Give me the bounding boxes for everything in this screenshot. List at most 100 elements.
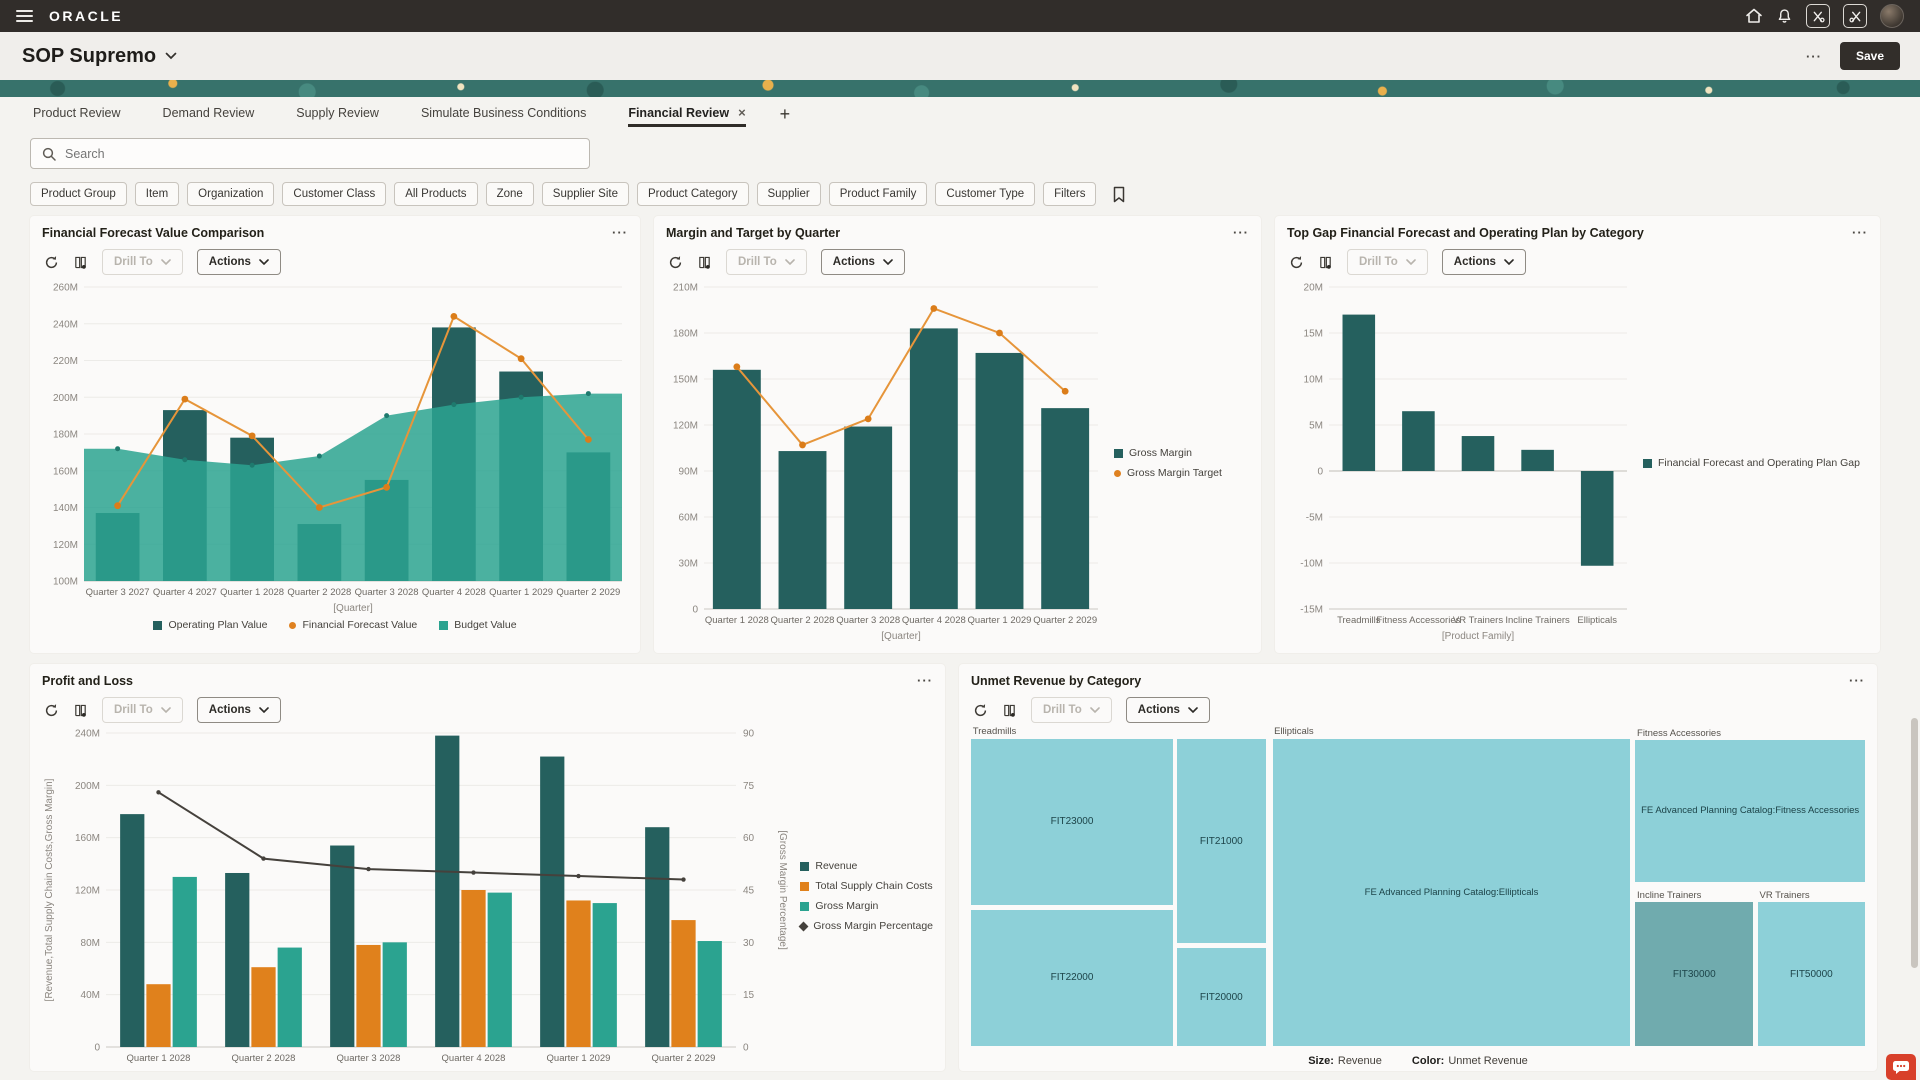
dot-legend-marker bbox=[1114, 470, 1121, 477]
actions-button[interactable]: Actions bbox=[821, 249, 905, 275]
card-overflow-menu[interactable]: ··· bbox=[917, 673, 933, 688]
filter-chip-customer-class[interactable]: Customer Class bbox=[282, 182, 386, 206]
svg-text:-15M: -15M bbox=[1300, 605, 1323, 616]
svg-text:0: 0 bbox=[1317, 467, 1323, 478]
filter-chip-all-products[interactable]: All Products bbox=[394, 182, 477, 206]
treemap-cell-label: FIT50000 bbox=[1790, 969, 1833, 980]
card-title: Financial Forecast Value Comparison bbox=[42, 226, 264, 240]
open-book-icon[interactable] bbox=[1318, 255, 1333, 270]
card-head: Top Gap Financial Forecast and Operating… bbox=[1287, 225, 1868, 240]
user-avatar[interactable] bbox=[1880, 4, 1904, 28]
legend-label: Gross Margin bbox=[1129, 447, 1192, 459]
actions-button[interactable]: Actions bbox=[1126, 697, 1210, 723]
refresh-icon[interactable] bbox=[668, 255, 683, 270]
unmet-revenue-by-category-treemap[interactable]: Treadmills FIT23000FIT21000 FIT22000 FIT200… bbox=[971, 726, 1865, 1048]
treemap-cell-label: FIT22000 bbox=[1051, 972, 1094, 983]
legend-label: Operating Plan Value bbox=[168, 619, 267, 631]
search-input[interactable] bbox=[65, 147, 578, 161]
filter-chip-product-group[interactable]: Product Group bbox=[30, 182, 127, 206]
treemap-group-label-treadmills: Treadmills bbox=[973, 726, 1016, 737]
card-overflow-menu[interactable]: ··· bbox=[1852, 225, 1868, 240]
filter-chip-customer-type[interactable]: Customer Type bbox=[935, 182, 1035, 206]
svg-text:Quarter 2 2028: Quarter 2 2028 bbox=[287, 587, 351, 598]
svg-text:Quarter 1 2028: Quarter 1 2028 bbox=[705, 615, 769, 626]
tab-demand-review[interactable]: Demand Review bbox=[163, 105, 255, 127]
svg-text:Quarter 1 2028: Quarter 1 2028 bbox=[127, 1053, 191, 1064]
drill-to-button[interactable]: Drill To bbox=[102, 697, 183, 723]
open-book-icon[interactable] bbox=[1002, 703, 1017, 718]
financial-forecast-value-comparison-chart[interactable]: 100M120M140M160M180M200M220M240M260MQuar… bbox=[42, 277, 628, 617]
filter-chip-zone[interactable]: Zone bbox=[486, 182, 534, 206]
treemap-cell-fe-advanced-planning-catalog-ellipticals[interactable]: FE Advanced Planning Catalog:Ellipticals bbox=[1273, 739, 1630, 1047]
user-settings-icon[interactable] bbox=[1843, 4, 1867, 28]
card-overflow-menu[interactable]: ··· bbox=[1233, 225, 1249, 240]
actions-button[interactable]: Actions bbox=[1442, 249, 1526, 275]
tab-close-icon[interactable]: × bbox=[738, 105, 746, 120]
open-book-icon[interactable] bbox=[73, 255, 88, 270]
treemap-group-label-ellipticals: Ellipticals bbox=[1274, 726, 1314, 737]
title-chevron-down-icon[interactable] bbox=[165, 52, 177, 60]
drill-to-button[interactable]: Drill To bbox=[1347, 249, 1428, 275]
card-margin-and-target-by-quarter: Margin and Target by Quarter···Drill ToA… bbox=[653, 215, 1262, 654]
header-overflow-menu[interactable]: ··· bbox=[1806, 49, 1822, 64]
treemap-cell-fit22000[interactable]: FIT22000 bbox=[971, 910, 1173, 1047]
svg-text:240M: 240M bbox=[75, 729, 100, 740]
card-toolbar: Drill To Actions bbox=[973, 697, 1865, 723]
treemap-cell-fit20000[interactable]: FIT20000 bbox=[1177, 948, 1266, 1046]
add-tab-button[interactable]: + bbox=[780, 105, 791, 123]
actions-button[interactable]: Actions bbox=[197, 697, 281, 723]
open-book-icon[interactable] bbox=[697, 255, 712, 270]
chat-fab-icon[interactable] bbox=[1886, 1054, 1916, 1080]
margin-and-target-by-quarter-chart[interactable]: 030M60M90M120M150M180M210MQuarter 1 2028… bbox=[666, 277, 1106, 649]
chart-area: 030M60M90M120M150M180M210MQuarter 1 2028… bbox=[666, 277, 1249, 649]
svg-text:60M: 60M bbox=[679, 513, 698, 524]
filter-chip-supplier-site[interactable]: Supplier Site bbox=[542, 182, 629, 206]
user-switch-icon[interactable] bbox=[1806, 4, 1830, 28]
treemap-cell-fit23000[interactable]: FIT23000 bbox=[971, 739, 1173, 905]
tab-supply-review[interactable]: Supply Review bbox=[296, 105, 379, 127]
filter-chip-product-family[interactable]: Product Family bbox=[829, 182, 928, 206]
card-overflow-menu[interactable]: ··· bbox=[1849, 673, 1865, 688]
svg-text:Quarter 1 2029: Quarter 1 2029 bbox=[968, 615, 1032, 626]
treemap-cell-fe-advanced-planning-catalog-fitness-accessories[interactable]: FE Advanced Planning Catalog:Fitness Acc… bbox=[1635, 740, 1865, 882]
filter-chip-filters[interactable]: Filters bbox=[1043, 182, 1096, 206]
refresh-icon[interactable] bbox=[44, 703, 59, 718]
card-head: Financial Forecast Value Comparison ··· bbox=[42, 225, 628, 240]
tab-financial-review[interactable]: Financial Review× bbox=[628, 105, 745, 127]
tab-product-review[interactable]: Product Review bbox=[33, 105, 121, 127]
home-icon[interactable] bbox=[1745, 7, 1763, 25]
vertical-scrollbar[interactable] bbox=[1911, 718, 1918, 968]
treemap-cell-fit21000[interactable]: FIT21000 bbox=[1177, 739, 1266, 943]
drill-to-button[interactable]: Drill To bbox=[726, 249, 807, 275]
drill-to-button[interactable]: Drill To bbox=[102, 249, 183, 275]
card-toolbar: Drill To Actions bbox=[44, 249, 628, 275]
svg-text:0: 0 bbox=[94, 1043, 100, 1054]
drill-to-button[interactable]: Drill To bbox=[1031, 697, 1112, 723]
open-book-icon[interactable] bbox=[73, 703, 88, 718]
svg-text:Quarter 1 2029: Quarter 1 2029 bbox=[489, 587, 553, 598]
tab-simulate-business-conditions[interactable]: Simulate Business Conditions bbox=[421, 105, 586, 127]
hamburger-menu-icon[interactable] bbox=[16, 10, 33, 22]
refresh-icon[interactable] bbox=[973, 703, 988, 718]
filter-chip-supplier[interactable]: Supplier bbox=[757, 182, 821, 206]
bookmark-icon[interactable] bbox=[1112, 186, 1126, 203]
card-overflow-menu[interactable]: ··· bbox=[612, 225, 628, 240]
treemap-cell-fit50000[interactable]: FIT50000 bbox=[1758, 902, 1865, 1046]
top-gap-financial-forecast-and-operating-plan-by-category-chart[interactable]: -15M-10M-5M05M10M15M20MTreadmillsFitness… bbox=[1287, 277, 1635, 649]
treemap-cell-fit30000[interactable]: FIT30000 bbox=[1635, 902, 1753, 1046]
svg-text:Quarter 4 2028: Quarter 4 2028 bbox=[442, 1053, 506, 1064]
filter-chip-product-category[interactable]: Product Category bbox=[637, 182, 749, 206]
card-title: Top Gap Financial Forecast and Operating… bbox=[1287, 226, 1644, 240]
search-box[interactable] bbox=[30, 138, 590, 169]
svg-text:30: 30 bbox=[743, 938, 755, 949]
profit-and-loss-chart[interactable]: 040M80M120M160M200M240M0153045607590Quar… bbox=[42, 725, 792, 1067]
refresh-icon[interactable] bbox=[44, 255, 59, 270]
filter-chip-item[interactable]: Item bbox=[135, 182, 179, 206]
notifications-bell-icon[interactable] bbox=[1776, 8, 1793, 25]
svg-text:[Quarter]: [Quarter] bbox=[881, 631, 921, 642]
save-button[interactable]: Save bbox=[1840, 42, 1900, 70]
filter-chip-organization[interactable]: Organization bbox=[187, 182, 274, 206]
svg-text:Quarter 3 2028: Quarter 3 2028 bbox=[337, 1053, 401, 1064]
actions-button[interactable]: Actions bbox=[197, 249, 281, 275]
refresh-icon[interactable] bbox=[1289, 255, 1304, 270]
